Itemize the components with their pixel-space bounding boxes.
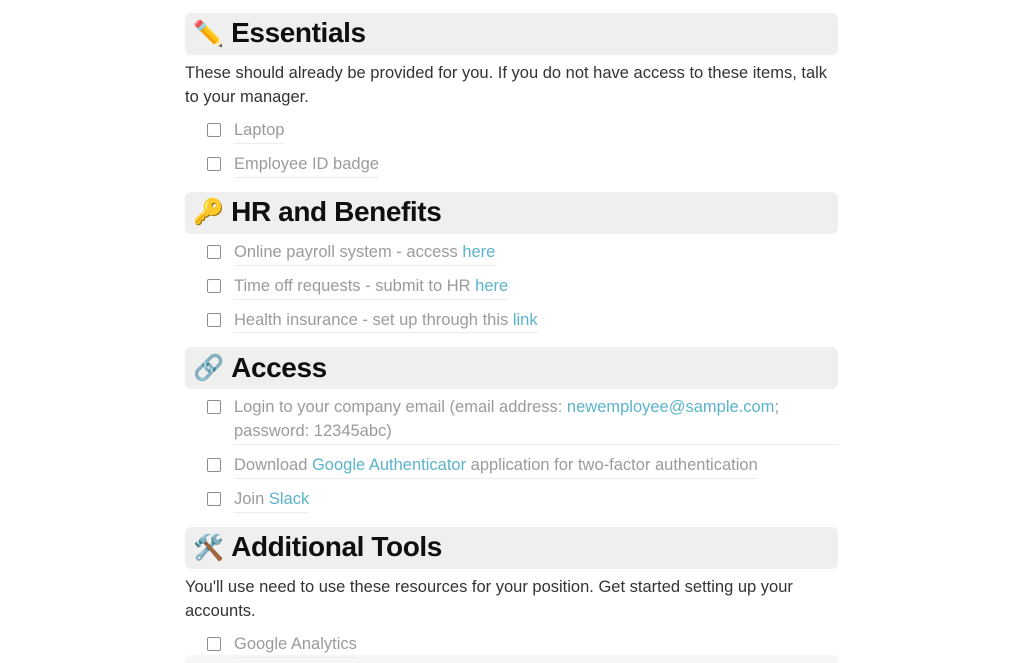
list-item-label: Login to your company email (email addre… [234, 396, 838, 446]
checkbox[interactable] [207, 122, 221, 137]
email-address-link[interactable]: newemployee@sample.com [567, 398, 775, 416]
link-icon: 🔗 [193, 352, 225, 382]
checkbox[interactable] [207, 156, 221, 171]
list-item-text: Online payroll system - access [234, 242, 463, 261]
list-item[interactable]: Login to your company email (email addre… [185, 396, 838, 446]
section-header-partial [185, 655, 838, 663]
checkbox[interactable] [207, 458, 221, 473]
list-item[interactable]: Join Slack [185, 488, 838, 514]
list-item-label: Online payroll system - access here [234, 241, 496, 266]
hammer-and-wrench-icon: 🛠️ [193, 532, 225, 562]
section-header-access: 🔗 Access [185, 347, 838, 390]
list-item[interactable]: Download Google Authenticator applicatio… [185, 454, 838, 480]
list-item-label: Download Google Authenticator applicatio… [234, 454, 758, 480]
list-item-text-prefix: Download [234, 456, 312, 475]
list-item-text: Health insurance - set up through this [234, 310, 513, 329]
health-insurance-link[interactable]: link [513, 311, 538, 329]
slack-link[interactable]: Slack [269, 490, 309, 508]
section-hr-and-benefits: 🔑 HR and Benefits Online payroll system … [185, 191, 838, 334]
time-off-link[interactable]: here [475, 277, 508, 295]
checkbox[interactable] [207, 312, 221, 327]
list-item-text-prefix: Join [234, 490, 269, 509]
payroll-link[interactable]: here [462, 243, 495, 261]
pencil-icon: ✏️ [193, 18, 225, 48]
checklist-hr-and-benefits: Online payroll system - access here Time… [185, 241, 838, 334]
list-item[interactable]: Online payroll system - access here [185, 241, 838, 266]
section-description: You'll use need to use these resources f… [185, 578, 793, 621]
checklist-essentials: Laptop Employee ID badge [185, 119, 838, 178]
list-item-label: Time off requests - submit to HR here [234, 275, 509, 300]
list-item[interactable]: Laptop [185, 119, 838, 144]
next-section-clipped [185, 655, 838, 663]
section-essentials: ✏️ Essentials These should already be pr… [185, 13, 838, 178]
google-authenticator-link[interactable]: Google Authenticator [312, 456, 466, 474]
checkbox[interactable] [207, 400, 221, 415]
document-canvas: ✏️ Essentials These should already be pr… [0, 0, 1024, 663]
checkbox[interactable] [207, 278, 221, 293]
list-item[interactable]: Employee ID badge [185, 153, 838, 178]
section-header-essentials: ✏️ Essentials [185, 13, 838, 55]
checkbox[interactable] [207, 636, 221, 651]
list-item-label: Employee ID badge [234, 153, 379, 178]
section-title: HR and Benefits [231, 195, 442, 227]
list-item-label: Join Slack [234, 488, 310, 514]
list-item[interactable]: Health insurance - set up through this l… [185, 309, 838, 334]
checklist-document: ✏️ Essentials These should already be pr… [185, 13, 838, 663]
section-header-hr-and-benefits: 🔑 HR and Benefits [185, 191, 838, 234]
section-description: These should already be provided for you… [185, 64, 828, 106]
section-additional-tools: 🛠️ Additional Tools You'll use need to u… [185, 527, 838, 663]
section-header-additional-tools: 🛠️ Additional Tools [185, 527, 838, 570]
list-item-label: Health insurance - set up through this l… [234, 309, 538, 334]
list-item-label: Laptop [234, 119, 285, 144]
section-title: Additional Tools [231, 531, 442, 563]
checklist-access: Login to your company email (email addre… [185, 396, 838, 514]
list-item-text-prefix: Login to your company email (email addre… [234, 398, 567, 417]
checkbox[interactable] [207, 492, 221, 507]
checkbox[interactable] [207, 244, 221, 259]
list-item-text: Time off requests - submit to HR [234, 276, 476, 295]
list-item[interactable]: Time off requests - submit to HR here [185, 275, 838, 300]
list-item-text-suffix: application for two-factor authenticatio… [466, 456, 758, 475]
section-title: Access [231, 351, 327, 383]
section-title: Essentials [231, 17, 366, 49]
section-access: 🔗 Access Login to your company email (em… [185, 347, 838, 514]
key-icon: 🔑 [193, 197, 225, 227]
